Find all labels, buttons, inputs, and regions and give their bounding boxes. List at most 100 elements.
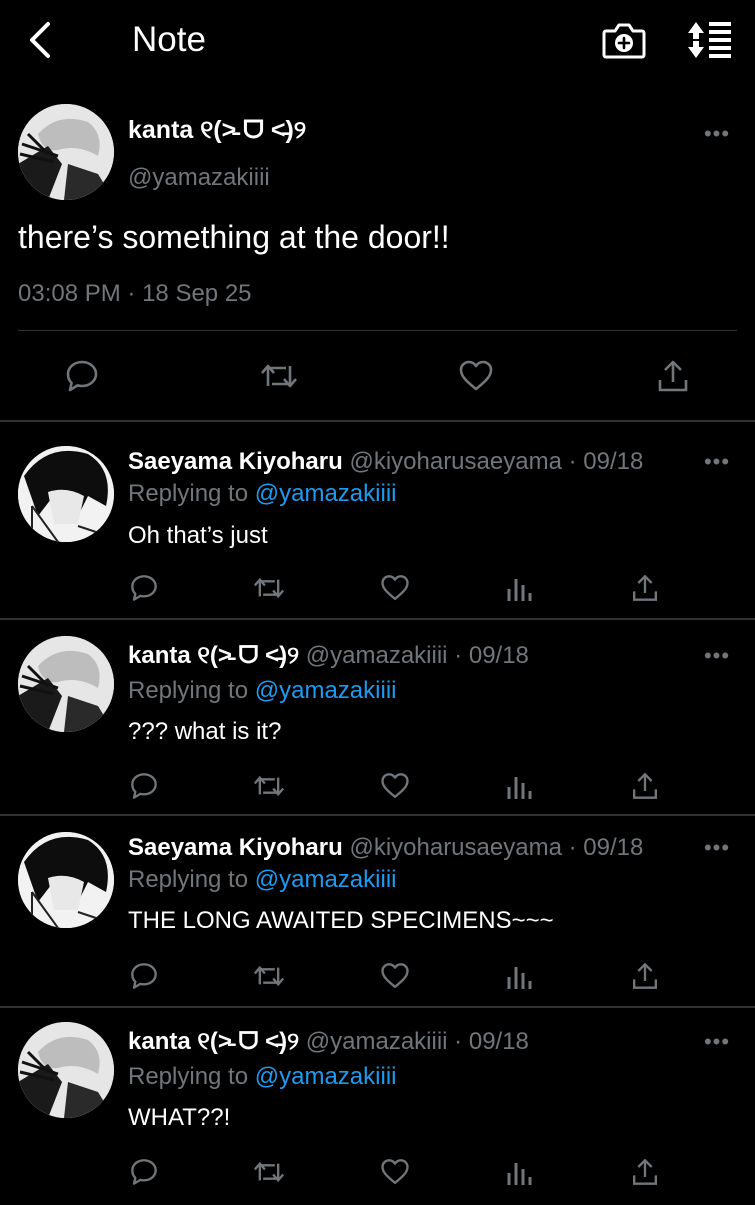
divider bbox=[18, 330, 737, 331]
share-button[interactable] bbox=[625, 956, 665, 996]
reply-date: 09/18 bbox=[468, 642, 529, 669]
reply-button[interactable] bbox=[60, 354, 104, 398]
reply-button[interactable] bbox=[124, 766, 164, 806]
tweet-time: 03:08 PM bbox=[18, 280, 121, 307]
reply-icon bbox=[131, 575, 157, 601]
reply-date: 09/18 bbox=[583, 448, 644, 475]
replying-label: Replying to bbox=[128, 480, 249, 507]
chevron-left-icon bbox=[30, 22, 50, 58]
author-handle[interactable]: @yamazakiiii bbox=[306, 1028, 448, 1055]
analytics-icon bbox=[507, 777, 532, 799]
sort-list-icon bbox=[688, 22, 731, 58]
reply-text: THE LONG AWAITED SPECIMENS~~~ bbox=[128, 907, 554, 934]
replying-to: Replying to @yamazakiiii bbox=[128, 478, 396, 510]
like-button[interactable] bbox=[375, 766, 415, 806]
retweet-button[interactable] bbox=[249, 766, 289, 806]
author-name[interactable]: kanta ୧(˃̵ ᗜ ˂̵)୨ bbox=[128, 642, 299, 669]
heart-icon bbox=[381, 963, 409, 988]
retweet-button[interactable] bbox=[249, 568, 289, 608]
tweet-timestamp: 03:08 PM · 18 Sep 25 bbox=[18, 278, 252, 310]
meta-separator: · bbox=[568, 448, 577, 475]
share-icon bbox=[633, 1158, 657, 1185]
mention-link[interactable]: @yamazakiiii bbox=[255, 866, 397, 893]
reply-header: kanta ୧(˃̵ ᗜ ˂̵)୨ @yamazakiiii · 09/18 bbox=[128, 1026, 529, 1058]
author-name[interactable]: kanta ୧(˃̵ ᗜ ˂̵)୨ bbox=[128, 114, 306, 146]
camera-button[interactable] bbox=[600, 18, 648, 62]
reply-button[interactable] bbox=[124, 956, 164, 996]
like-button[interactable] bbox=[375, 568, 415, 608]
more-options-button[interactable]: ••• bbox=[702, 645, 732, 667]
reply-header: Saeyama Kiyoharu @kiyoharusaeyama · 09/1… bbox=[128, 446, 643, 478]
reply-tweet: kanta ୧(˃̵ ᗜ ˂̵)୨ @yamazakiiii · 09/18 •… bbox=[0, 1008, 755, 1205]
share-icon bbox=[633, 574, 657, 601]
retweet-icon bbox=[253, 577, 285, 599]
analytics-icon bbox=[507, 1163, 532, 1185]
share-button[interactable] bbox=[625, 568, 665, 608]
reply-button[interactable] bbox=[124, 568, 164, 608]
more-options-button[interactable]: ••• bbox=[702, 451, 732, 473]
reply-icon bbox=[66, 360, 98, 392]
reply-tweet: Saeyama Kiyoharu @kiyoharusaeyama · 09/1… bbox=[0, 422, 755, 620]
camera-add-icon bbox=[602, 23, 646, 59]
share-button[interactable] bbox=[625, 1152, 665, 1192]
replying-label: Replying to bbox=[128, 677, 249, 704]
analytics-button[interactable] bbox=[500, 1152, 540, 1192]
reply-date: 09/18 bbox=[468, 1028, 529, 1055]
author-handle[interactable]: @yamazakiiii bbox=[128, 162, 270, 194]
avatar[interactable] bbox=[18, 446, 114, 542]
reply-button[interactable] bbox=[124, 1152, 164, 1192]
avatar[interactable] bbox=[18, 104, 114, 200]
reply-text: ??? what is it? bbox=[128, 718, 282, 745]
analytics-button[interactable] bbox=[500, 956, 540, 996]
author-handle[interactable]: @kiyoharusaeyama bbox=[349, 448, 561, 475]
analytics-button[interactable] bbox=[500, 568, 540, 608]
kanta-avatar-image bbox=[18, 1022, 114, 1118]
reply-date: 09/18 bbox=[583, 834, 644, 861]
avatar[interactable] bbox=[18, 1022, 114, 1118]
analytics-icon bbox=[507, 579, 532, 601]
replying-to: Replying to @yamazakiiii bbox=[128, 1061, 396, 1093]
like-button[interactable] bbox=[375, 1152, 415, 1192]
replying-to: Replying to @yamazakiiii bbox=[128, 675, 396, 707]
like-button[interactable] bbox=[375, 956, 415, 996]
more-options-button[interactable]: ••• bbox=[702, 837, 732, 859]
retweet-button[interactable] bbox=[257, 354, 301, 398]
analytics-icon bbox=[507, 967, 532, 989]
more-options-button[interactable]: ••• bbox=[702, 123, 732, 145]
reply-icon bbox=[131, 1159, 157, 1185]
mention-link[interactable]: @yamazakiiii bbox=[255, 677, 397, 704]
back-button[interactable] bbox=[18, 18, 62, 62]
tweet-date: 18 Sep 25 bbox=[142, 280, 252, 307]
retweet-icon bbox=[261, 364, 297, 388]
avatar[interactable] bbox=[18, 636, 114, 732]
share-button[interactable] bbox=[651, 354, 695, 398]
share-button[interactable] bbox=[625, 766, 665, 806]
meta-separator: · bbox=[568, 834, 577, 861]
avatar[interactable] bbox=[18, 832, 114, 928]
retweet-button[interactable] bbox=[249, 1152, 289, 1192]
retweet-icon bbox=[253, 775, 285, 797]
sort-button[interactable] bbox=[684, 18, 736, 62]
replying-to: Replying to @yamazakiiii bbox=[128, 864, 396, 896]
author-name[interactable]: Saeyama Kiyoharu bbox=[128, 448, 343, 475]
retweet-button[interactable] bbox=[249, 956, 289, 996]
heart-icon bbox=[381, 575, 409, 600]
reply-icon bbox=[131, 773, 157, 799]
author-handle[interactable]: @yamazakiiii bbox=[306, 642, 448, 669]
mention-link[interactable]: @yamazakiiii bbox=[255, 480, 397, 507]
mention-link[interactable]: @yamazakiiii bbox=[255, 1063, 397, 1090]
reply-text: Oh that’s just bbox=[128, 522, 268, 549]
heart-icon bbox=[459, 360, 493, 391]
analytics-button[interactable] bbox=[500, 766, 540, 806]
more-options-button[interactable]: ••• bbox=[702, 1031, 732, 1053]
author-name[interactable]: kanta ୧(˃̵ ᗜ ˂̵)୨ bbox=[128, 1028, 299, 1055]
share-icon bbox=[658, 360, 688, 392]
like-button[interactable] bbox=[454, 354, 498, 398]
main-tweet: kanta ୧(˃̵ ᗜ ˂̵)୨ @yamazakiiii ••• there… bbox=[0, 92, 755, 422]
author-handle[interactable]: @kiyoharusaeyama bbox=[349, 834, 561, 861]
top-bar: Note bbox=[0, 0, 755, 80]
saeyama-avatar-image bbox=[18, 832, 114, 928]
author-name[interactable]: Saeyama Kiyoharu bbox=[128, 834, 343, 861]
meta-separator: · bbox=[454, 642, 463, 669]
reply-tweet: kanta ୧(˃̵ ᗜ ˂̵)୨ @yamazakiiii · 09/18 •… bbox=[0, 620, 755, 816]
